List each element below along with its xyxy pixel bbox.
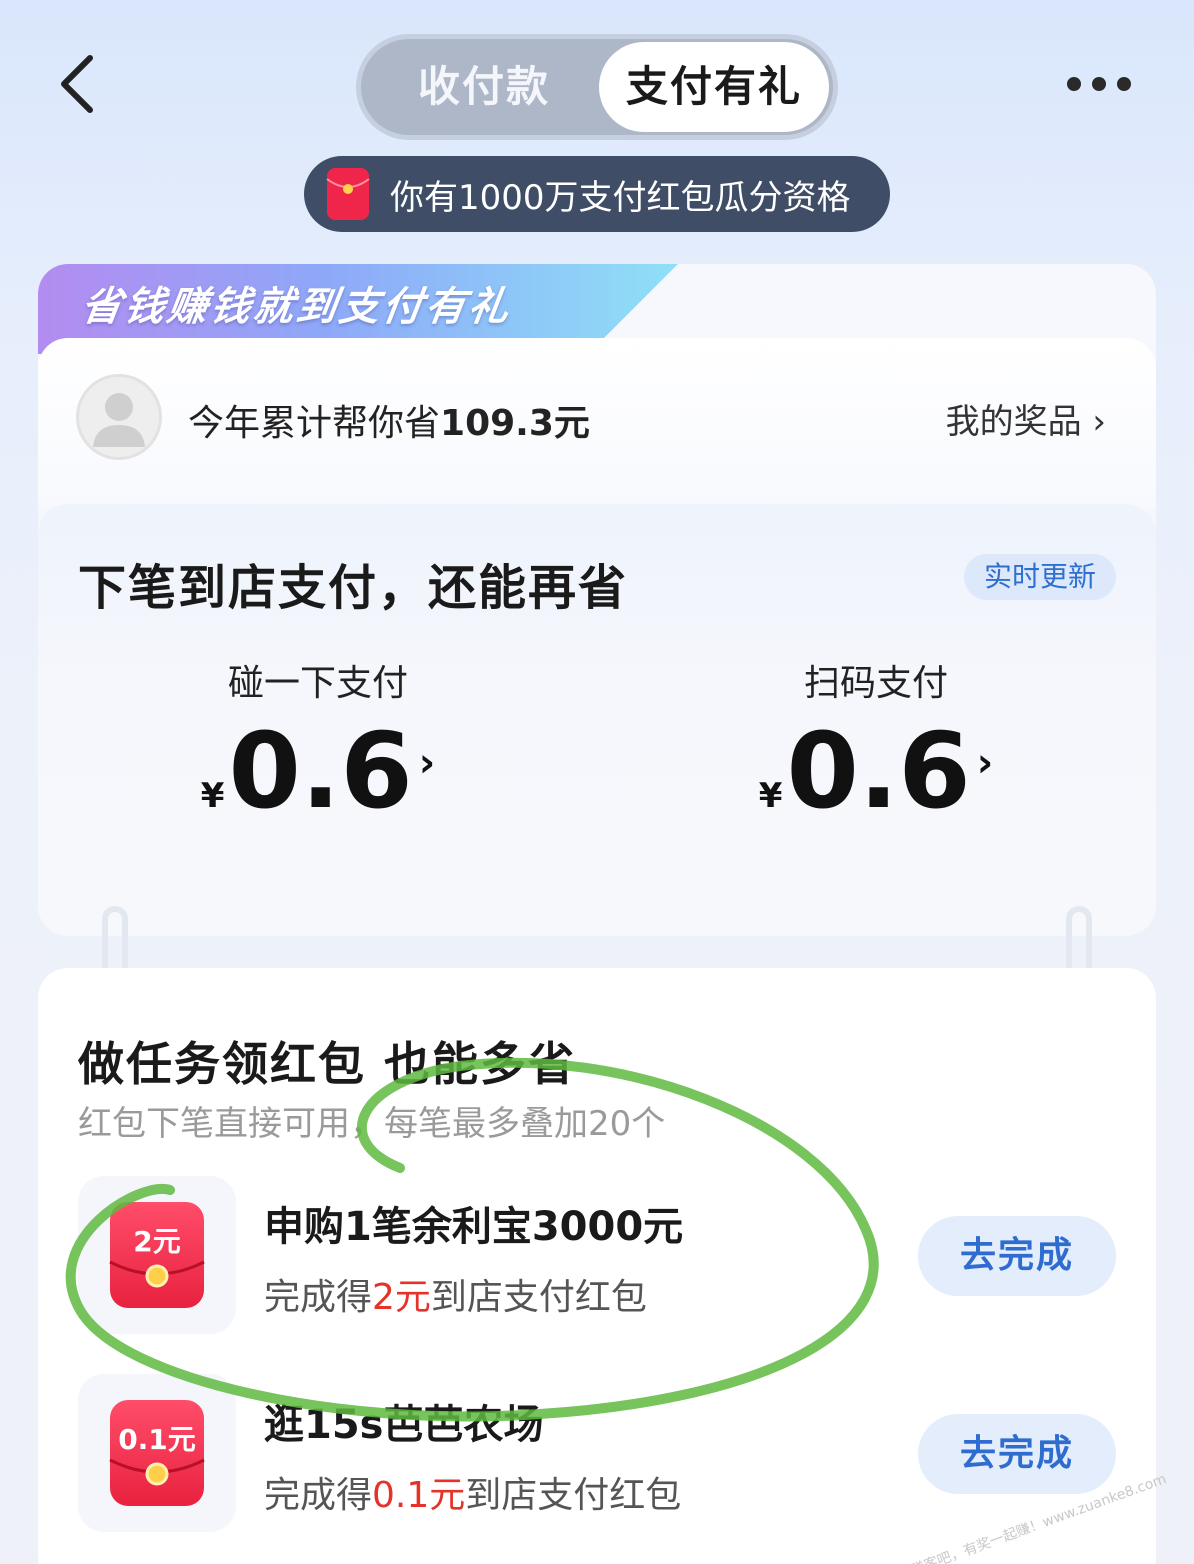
red-packet-banner[interactable]: 你有1000万支付红包瓜分资格 [304,156,890,232]
saved-prefix: 今年累计帮你省 [188,403,441,444]
task-desc: 完成得0.1元到店支付红包 [264,1466,681,1518]
tap-pay-amount-row: ¥0.6 › [138,716,498,851]
savings-card: 省钱赚钱就到支付有礼 今年累计帮你省109.3元 我的奖品 › 下笔到店支付，还… [38,264,1156,936]
scan-pay-amount-row: ¥0.6 › [696,716,1056,851]
task-title: 申购1笔余利宝3000元 [264,1204,684,1250]
complete-task-button[interactable]: 去完成 [918,1414,1116,1494]
slogan-text: 省钱赚钱就到支付有礼 [78,284,515,330]
task-title: 逛15s芭芭农场 [264,1402,544,1448]
currency-symbol: ¥ [758,776,783,816]
tap-pay-option[interactable]: 碰一下支付 ¥0.6 › [138,654,498,851]
banner-text: 你有1000万支付红包瓜分资格 [390,177,851,218]
realtime-badge: 实时更新 [963,554,1116,600]
currency-symbol: ¥ [200,776,225,816]
saved-amount: 109.3元 [440,403,590,444]
red-packet-icon [326,168,370,220]
more-icon[interactable] [1064,72,1134,96]
tap-pay-amount: 0.6 [228,710,413,832]
task-icon-amount: 0.1元 [118,1423,196,1456]
task-item: 2元 申购1笔余利宝3000元 完成得2元到店支付红包 去完成 [38,1176,1156,1336]
saved-summary: 今年累计帮你省109.3元 [188,394,590,446]
tab-receive-pay[interactable]: 收付款 [373,39,595,135]
task-desc: 完成得2元到店支付红包 [264,1268,647,1320]
my-prizes-link[interactable]: 我的奖品 › [946,394,1106,443]
tasks-card: 做任务领红包 也能多省 红包下笔直接可用，每笔最多叠加20个 2元 申购1笔余利… [38,968,1156,1564]
desc-amount: 2元 [372,1277,431,1318]
complete-task-button[interactable]: 去完成 [918,1216,1116,1296]
task-item: 0.1元 逛15s芭芭农场 完成得0.1元到店支付红包 去完成 [38,1374,1156,1534]
desc-suffix: 到店支付红包 [465,1475,682,1516]
scan-pay-label: 扫码支付 [803,663,948,704]
scan-pay-option[interactable]: 扫码支付 ¥0.6 › [696,654,1056,851]
chevron-right-icon: › [976,739,994,786]
tasks-title: 做任务领红包 也能多省 [78,1037,577,1091]
tab-pay-rewards[interactable]: 支付有礼 [599,42,829,132]
next-pay-title: 下笔到店支付，还能再省 [78,560,629,616]
next-pay-panel: 下笔到店支付，还能再省 实时更新 碰一下支付 ¥0.6 › 扫码支付 ¥0.6 › [38,504,1156,936]
tap-pay-label: 碰一下支付 [227,663,408,704]
avatar[interactable] [76,374,162,460]
task-icon-amount: 2元 [133,1225,181,1258]
tasks-subtitle: 红包下笔直接可用，每笔最多叠加20个 [78,1104,666,1144]
back-arrow-icon[interactable] [52,52,108,116]
desc-suffix: 到店支付红包 [430,1277,647,1318]
user-silhouette-icon [93,393,145,447]
scan-pay-amount: 0.6 [786,710,971,832]
chevron-right-icon: › [418,739,436,786]
desc-amount: 0.1元 [372,1475,466,1516]
desc-prefix: 完成得 [264,1475,373,1516]
desc-prefix: 完成得 [264,1277,373,1318]
segmented-tabs: 收付款 支付有礼 [356,34,838,140]
